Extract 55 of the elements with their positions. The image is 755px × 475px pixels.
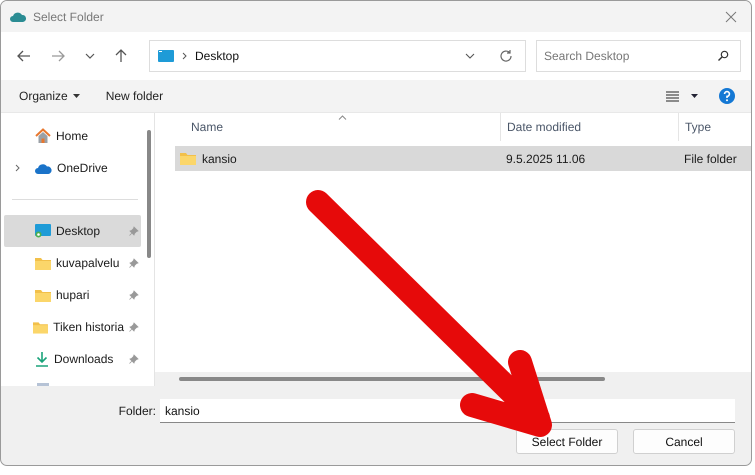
file-name: kansio [202, 152, 237, 166]
column-header[interactable]: Date modified [500, 113, 678, 141]
organize-button[interactable]: Organize [9, 85, 90, 107]
close-icon[interactable] [725, 10, 737, 22]
select-folder-button[interactable]: Select Folder [516, 429, 618, 454]
search-icon[interactable] [717, 50, 729, 62]
table-cell-text: 9.5.2025 11.06 [505, 152, 586, 166]
address-bar[interactable]: Desktop [149, 40, 526, 72]
folder-icon [33, 320, 48, 334]
up-arrow-icon[interactable] [115, 49, 127, 63]
cancel-button[interactable]: Cancel [633, 429, 735, 454]
sidebar-item[interactable]: Desktop [4, 215, 141, 247]
sort-caret-icon [338, 115, 347, 120]
scrollbar-thumb[interactable] [147, 130, 151, 258]
sidebar-item[interactable]: OneDrive [4, 152, 141, 184]
folder-icon [35, 288, 51, 302]
window-title: Select Folder [33, 10, 105, 24]
table-cell-text: File folder [683, 152, 738, 166]
scrollbar-thumb[interactable] [179, 377, 605, 381]
pin-icon[interactable] [129, 354, 139, 364]
back-arrow-icon[interactable] [17, 50, 31, 62]
breadcrumb-item[interactable]: Desktop [195, 49, 240, 63]
drive-icon [37, 383, 49, 386]
cloud-icon [10, 10, 26, 22]
home-icon [35, 128, 51, 144]
dropdown-caret-icon[interactable] [691, 94, 698, 98]
view-list-icon[interactable] [666, 90, 679, 102]
refresh-icon[interactable] [499, 49, 513, 63]
sidebar-item[interactable]: Home [4, 120, 141, 152]
chevron-right-icon[interactable] [14, 164, 20, 172]
help-icon[interactable] [719, 88, 735, 104]
pin-icon[interactable] [129, 258, 139, 268]
sidebar-item[interactable]: Tiken historia [4, 311, 141, 343]
desktop-icon [158, 50, 174, 62]
folder-icon [35, 256, 51, 270]
field-label: Folder: [118, 404, 156, 418]
column-header[interactable]: Type [678, 113, 751, 141]
desktop-icon [35, 224, 51, 238]
caret-icon [72, 94, 80, 98]
cloud-icon [35, 162, 52, 174]
sidebar-item[interactable]: Downloads [4, 343, 141, 375]
forward-arrow-icon[interactable] [51, 50, 65, 62]
sidebar-item[interactable]: hupari [4, 279, 141, 311]
pin-icon[interactable] [129, 290, 139, 300]
column-header[interactable]: Name [175, 113, 500, 141]
search-field[interactable]: Search Desktop [536, 40, 741, 72]
chevron-down-icon[interactable] [465, 53, 475, 59]
file-row[interactable]: kansio 9.5.2025 11.06 File folder [175, 146, 751, 171]
chevron-right-icon [182, 52, 187, 60]
pin-icon[interactable] [129, 322, 139, 332]
new-folder-button[interactable]: New folder [96, 85, 174, 107]
folder-icon [180, 152, 196, 165]
sidebar-item[interactable]: kuvapalvelu [4, 247, 141, 279]
chevron-down-icon[interactable] [85, 53, 95, 59]
download-icon [35, 352, 49, 366]
